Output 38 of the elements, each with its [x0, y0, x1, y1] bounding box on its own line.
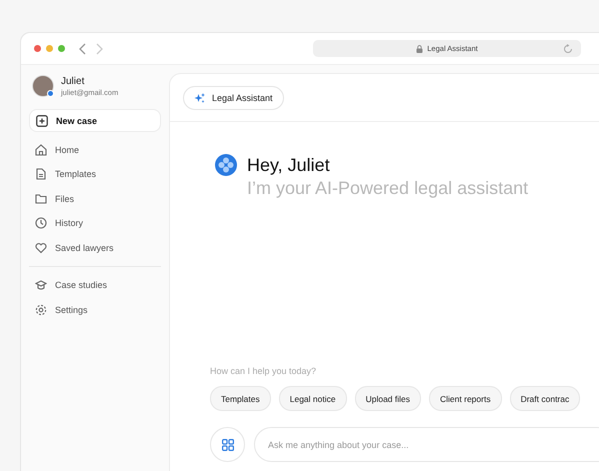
sparkle-icon — [194, 92, 206, 104]
minimize-window-button[interactable] — [46, 45, 53, 52]
forward-icon[interactable] — [95, 42, 103, 54]
sidebar-item[interactable]: Templates — [29, 164, 161, 185]
lock-icon — [416, 44, 424, 52]
home-icon — [35, 144, 47, 156]
maximize-window-button[interactable] — [58, 45, 65, 52]
assistant-chip[interactable]: Legal Assistant — [183, 86, 284, 110]
assistant-logo-icon — [215, 154, 237, 176]
graduation-cap-icon — [35, 279, 47, 292]
suggestion-chip[interactable]: Client reports — [429, 386, 502, 411]
user-name: Juliet — [61, 76, 86, 86]
close-window-button[interactable] — [34, 45, 41, 52]
suggestion-chip[interactable]: Templates — [210, 386, 271, 411]
sidebar-item[interactable]: Files — [29, 188, 161, 210]
suggestion-chip[interactable]: Legal notice — [278, 386, 347, 411]
suggestion-chip[interactable]: Draft contrac — [510, 386, 580, 411]
sidebar-item[interactable]: Case studies — [29, 274, 161, 296]
sidebar-item[interactable]: Home — [29, 139, 161, 160]
folder-icon — [35, 192, 47, 205]
greeting-title: Hey, Juliet — [247, 154, 331, 176]
suggestion-chip[interactable]: Upload files — [354, 386, 422, 411]
sidebar-item[interactable]: Settings — [29, 300, 161, 321]
settings-icon — [35, 304, 47, 316]
message-input-field[interactable]: Ask me anything about your case... — [254, 427, 599, 462]
greeting-subtitle: I’m your AI-Powered legal assistant — [247, 177, 528, 200]
document-icon — [35, 168, 47, 180]
prompt-question: How can I help you today? — [210, 366, 318, 376]
plus-square-icon — [36, 114, 48, 126]
heart-icon — [35, 242, 47, 254]
apps-button[interactable] — [210, 427, 245, 462]
sidebar-item[interactable]: History — [29, 212, 161, 234]
clock-icon — [35, 217, 47, 230]
grid-icon — [222, 438, 234, 450]
reload-icon[interactable] — [563, 44, 573, 54]
sidebar-item[interactable]: New case — [29, 109, 161, 132]
sidebar-item[interactable]: Saved lawyers — [29, 237, 161, 258]
back-icon[interactable] — [79, 42, 87, 54]
